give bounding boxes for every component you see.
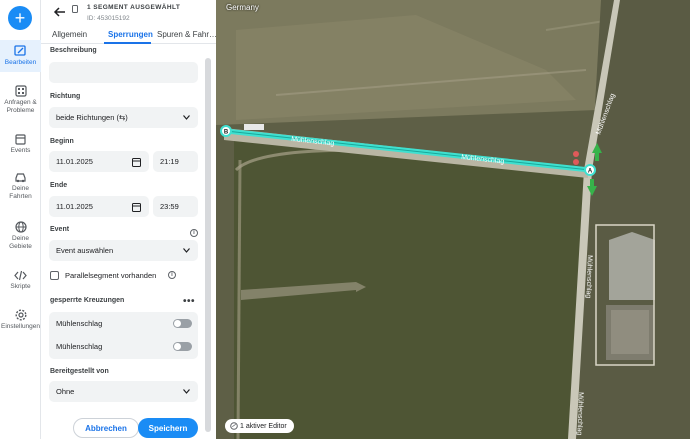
kreuzungen-label: gesperrte Kreuzungen [50, 297, 125, 304]
save-button[interactable]: Speichern [138, 418, 198, 438]
kreuzung-toggle[interactable] [173, 319, 192, 328]
list-item: Mühlenschlag [49, 335, 198, 358]
satellite-imagery: B A Mühlenschlag Mühlenschlag Mühlenschl… [216, 0, 690, 439]
ende-time-field[interactable]: 23:59 [153, 196, 198, 217]
calendar-icon [132, 202, 141, 212]
beginn-date-field[interactable]: 11.01.2025 [49, 151, 149, 172]
richtung-select[interactable]: beide Richtungen (⇆) [49, 107, 198, 128]
map-view[interactable]: B A Mühlenschlag Mühlenschlag Mühlenschl… [216, 0, 690, 439]
event-label: Event [50, 226, 70, 233]
ende-date: 11.01.2025 [56, 202, 93, 211]
event-select[interactable]: Event auswählen [49, 240, 198, 261]
beschreibung-input[interactable] [49, 62, 198, 83]
rail-item-bearbeiten[interactable]: Bearbeiten [0, 40, 41, 72]
beginn-time-field[interactable]: 21:19 [153, 151, 198, 172]
rail-item-skripte[interactable]: Skripte [0, 270, 41, 294]
parallel-checkbox[interactable] [50, 271, 59, 280]
active-tab-indicator [104, 42, 151, 44]
rail-item-fahrten[interactable]: Deine Fahrten [0, 172, 41, 206]
segment-id: ID: 453015192 [87, 15, 130, 22]
rail-label: Einstellungen [0, 323, 41, 330]
panel-scrollbar[interactable] [205, 58, 211, 432]
tab-sperrungen[interactable]: Sperrungen [108, 30, 153, 39]
parallel-label: Parallelsegment vorhanden [65, 271, 157, 280]
active-editors-text: 1 aktiver Editor [240, 422, 287, 430]
segment-icon [72, 5, 78, 13]
rail-label: Events [10, 147, 31, 154]
richtung-label: Richtung [50, 93, 81, 100]
beschreibung-label: Beschreibung [50, 47, 97, 54]
chevron-down-icon [183, 388, 190, 394]
node-b-label: B [224, 130, 229, 136]
chevron-down-icon [183, 114, 190, 120]
map-edit-icon [14, 45, 26, 56]
selection-title: 1 SEGMENT AUSGEWÄHLT [87, 4, 181, 11]
more-options-icon[interactable]: ••• [183, 296, 195, 307]
list-item: Mühlenschlag [49, 312, 198, 335]
gear-icon [14, 309, 27, 321]
panel-header: 1 SEGMENT AUSGEWÄHLT ID: 453015192 [41, 0, 216, 27]
calendar-icon [15, 134, 26, 145]
cancel-button[interactable]: Abbrechen [73, 418, 139, 438]
event-value: Event auswählen [56, 246, 114, 255]
car-icon [15, 173, 26, 183]
country-label: Germany [226, 3, 259, 12]
chevron-down-icon [183, 247, 190, 253]
beginn-date: 11.01.2025 [56, 157, 93, 166]
rail-item-gebiete[interactable]: Deine Gebiete [0, 221, 41, 255]
bereit-label: Bereitgestellt von [50, 368, 109, 375]
requests-icon [14, 85, 27, 97]
bereit-value: Ohne [56, 387, 75, 396]
active-editors-chip[interactable]: 1 aktiver Editor [225, 419, 294, 433]
richtung-value: beide Richtungen (⇆) [56, 113, 128, 122]
editor-icon [230, 422, 238, 430]
ende-date-field[interactable]: 11.01.2025 [49, 196, 149, 217]
segment-panel: 1 SEGMENT AUSGEWÄHLT ID: 453015192 Allge… [41, 0, 216, 439]
kreuzung-name: Mühlenschlag [56, 342, 103, 351]
tab-bar: Allgemein Sperrungen Spuren & Fahr… [41, 27, 216, 44]
ende-label: Ende [50, 182, 68, 189]
kreuzung-name: Mühlenschlag [56, 319, 103, 328]
rail-label: Bearbeiten [4, 59, 37, 66]
kreuzungen-list: Mühlenschlag Mühlenschlag [49, 312, 198, 359]
back-arrow-icon[interactable] [53, 6, 67, 18]
bereit-select[interactable]: Ohne [49, 381, 198, 402]
rail-item-events[interactable]: Events [0, 133, 41, 157]
nav-rail: + Bearbeiten Anfragen & Probleme Events … [0, 0, 41, 439]
info-icon[interactable]: i [168, 271, 176, 279]
calendar-icon [132, 157, 141, 167]
rail-label: Deine Fahrten [9, 185, 32, 200]
add-button[interactable]: + [8, 6, 32, 30]
globe-icon [14, 221, 27, 233]
rail-label: Anfragen & Probleme [4, 99, 37, 114]
rail-item-anfragen[interactable]: Anfragen & Probleme [0, 85, 41, 119]
tab-allgemein[interactable]: Allgemein [52, 30, 87, 39]
rail-item-einstellungen[interactable]: Einstellungen [0, 309, 41, 343]
beginn-label: Beginn [50, 138, 74, 145]
rail-label: Skripte [10, 283, 31, 290]
rail-label: Deine Gebiete [9, 235, 32, 250]
kreuzung-toggle[interactable] [173, 342, 192, 351]
code-icon [14, 270, 27, 281]
info-icon[interactable]: i [190, 229, 198, 237]
node-a-label: A [588, 169, 593, 175]
tab-spuren[interactable]: Spuren & Fahr… [157, 30, 216, 39]
